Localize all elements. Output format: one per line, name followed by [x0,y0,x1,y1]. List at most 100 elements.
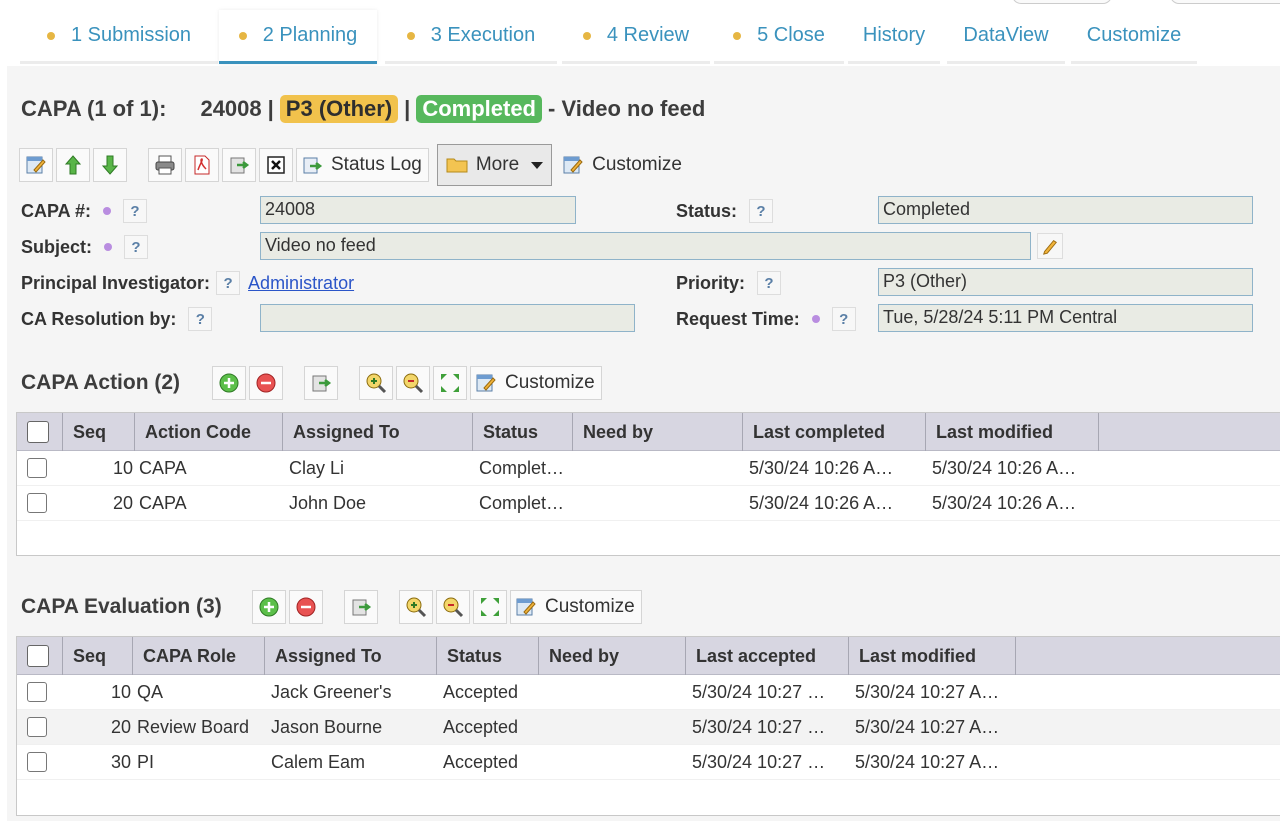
zoom-in-button[interactable] [359,366,393,400]
tab-history[interactable]: History [848,10,940,64]
capa-evaluation-title: CAPA Evaluation (3) [21,595,222,618]
close-record-button[interactable] [259,148,293,182]
expand-button[interactable] [433,366,467,400]
tab-dataview[interactable]: DataView [947,10,1065,64]
help-icon[interactable]: ? [188,307,213,331]
select-all-checkbox[interactable] [27,645,49,667]
row-checkbox[interactable] [27,752,47,772]
row-checkbox[interactable] [27,493,47,513]
select-all-cell [17,637,63,675]
principal-investigator-link[interactable]: Administrator [248,273,354,294]
row-checkbox[interactable] [27,458,47,478]
row-checkbox[interactable] [27,717,47,737]
tab-review[interactable]: 4 Review [562,10,710,64]
seq-cell: 30 [110,751,131,772]
tab-planning[interactable]: 2 Planning [219,10,377,64]
column-header[interactable]: Last completed [743,413,926,451]
capa-action-toolbar: Customize [212,366,610,400]
select-all-checkbox[interactable] [27,421,49,443]
assigned-to-cell: Jason Bourne [271,716,383,737]
zoom-in-icon [406,597,427,618]
zoom-out-button[interactable] [436,590,470,624]
help-icon[interactable]: ? [216,271,241,295]
capa-action-title: CAPA Action (2) [21,371,181,394]
top-toolbar-button[interactable] [1170,0,1280,4]
status-cell: Accepted [443,751,519,772]
table-row[interactable]: 10 QA Jack Greener's Accepted 5/30/24 10… [17,675,1280,710]
need-by-cell [573,486,743,521]
status-badge: Completed [416,95,542,123]
table-row[interactable]: 20 Review Board Jason Bourne Accepted 5/… [17,710,1280,745]
subject-field[interactable]: Video no feed [260,232,1031,260]
remove-action-button[interactable] [249,366,283,400]
column-header[interactable]: Assigned To [283,413,473,451]
print-button[interactable] [148,148,182,182]
tab-execution[interactable]: 3 Execution [385,10,557,64]
export-icon [352,599,372,616]
zoom-out-icon [443,597,464,618]
column-header[interactable]: Seq [63,413,135,451]
move-up-button[interactable] [56,148,90,182]
status-label: Status: ? [676,197,774,225]
expand-button[interactable] [473,590,507,624]
column-header[interactable]: CAPA Role [133,637,265,675]
last-modified-cell: 5/30/24 10:27 A… [855,751,1000,772]
export-evaluation-button[interactable] [344,590,378,624]
stage-dot-icon [238,31,247,40]
evaluation-customize-button[interactable]: Customize [510,590,642,624]
customize-icon [563,156,583,174]
table-row[interactable]: 10 CAPA Clay Li Complet… 5/30/24 10:26 A… [17,451,1280,486]
column-header[interactable]: Status [437,637,539,675]
export-button[interactable] [222,148,256,182]
ca-resolution-label: CA Resolution by: ? [21,305,213,333]
priority-field[interactable]: P3 (Other) [878,268,1253,296]
column-header[interactable]: Assigned To [265,637,437,675]
table-row[interactable]: 20 CAPA John Doe Complet… 5/30/24 10:26 … [17,486,1280,521]
row-checkbox[interactable] [27,682,47,702]
column-header[interactable]: Seq [63,637,133,675]
help-icon[interactable]: ? [123,199,148,223]
column-header[interactable]: Need by [573,413,743,451]
move-down-button[interactable] [93,148,127,182]
title-separator: | [267,96,274,121]
principal-investigator-label: Principal Investigator: ? Administrator [21,269,354,297]
help-icon[interactable]: ? [749,199,774,223]
column-header[interactable]: Last accepted [686,637,849,675]
tab-submission[interactable]: 1 Submission [20,10,218,64]
more-dropdown-button[interactable]: More [436,144,553,186]
action-code-cell: CAPA [139,457,187,478]
add-evaluation-button[interactable] [252,590,286,624]
column-header[interactable]: Last modified [849,637,1016,675]
column-header[interactable]: Status [473,413,573,451]
edit-subject-button[interactable] [1037,233,1063,259]
tab-close[interactable]: 5 Close [714,10,844,64]
zoom-out-button[interactable] [396,366,430,400]
zoom-in-button[interactable] [399,590,433,624]
last-completed-cell: 5/30/24 10:26 A… [749,457,894,478]
capa-number-field[interactable]: 24008 [260,196,576,224]
help-icon[interactable]: ? [124,235,149,259]
table-row[interactable]: 30 PI Calem Eam Accepted 5/30/24 10:27 …… [17,745,1280,780]
help-icon[interactable]: ? [831,307,856,331]
required-indicator-icon [811,315,820,323]
help-icon[interactable]: ? [757,271,782,295]
last-modified-cell: 5/30/24 10:26 A… [932,492,1077,513]
capa-role-cell: PI [137,751,155,772]
capa-role-cell: Review Board [137,716,250,737]
edit-button[interactable] [19,148,53,182]
status-log-button[interactable]: Status Log [296,148,429,182]
column-header[interactable]: Action Code [135,413,283,451]
status-field[interactable]: Completed [878,196,1253,224]
top-toolbar-button[interactable] [1012,0,1112,4]
remove-evaluation-button[interactable] [289,590,323,624]
customize-button[interactable]: Customize [558,148,688,182]
add-action-button[interactable] [212,366,246,400]
request-time-field[interactable]: Tue, 5/28/24 5:11 PM Central [878,304,1253,332]
tab-customize[interactable]: Customize [1071,10,1197,64]
action-customize-button[interactable]: Customize [470,366,602,400]
export-action-button[interactable] [304,366,338,400]
ca-resolution-field[interactable] [260,304,635,332]
column-header[interactable]: Need by [539,637,686,675]
column-header[interactable]: Last modified [926,413,1099,451]
pdf-button[interactable] [185,148,219,182]
